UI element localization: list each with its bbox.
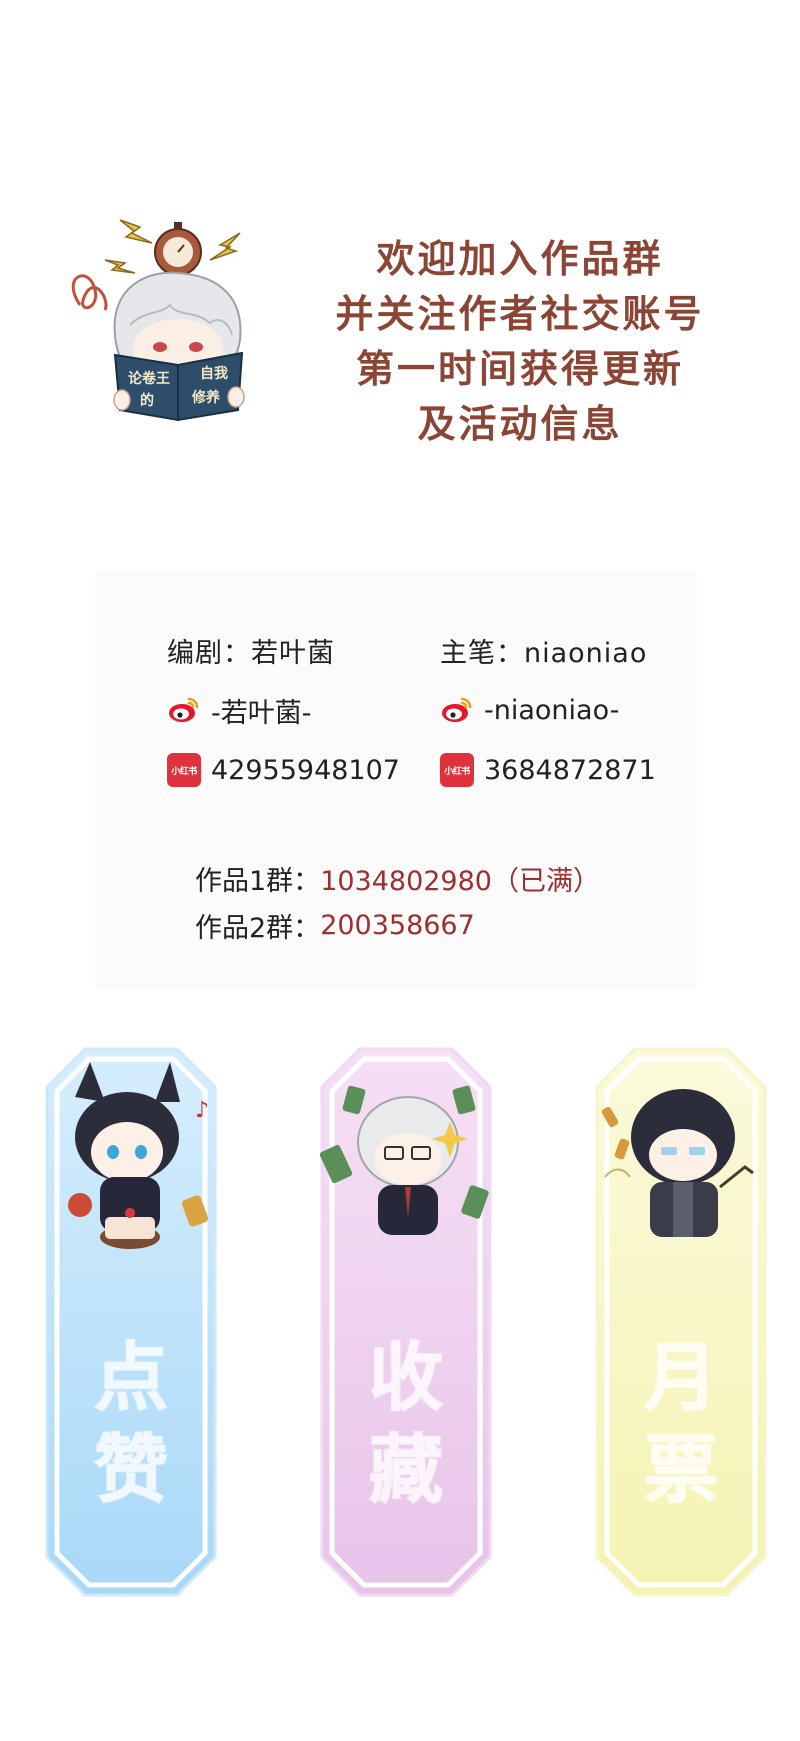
group-2-number: 200358667 [320, 910, 475, 941]
group-2-label: 作品2群： [195, 913, 321, 944]
group-1-label: 作品1群： [195, 866, 321, 897]
like-char-1: 点 [93, 1334, 169, 1422]
writer-xiaohongshu-id: 42955948107 [211, 754, 400, 786]
book-text-1: 论卷王 [128, 370, 170, 387]
dark-haired-character-illustration [601, 1089, 754, 1237]
headline-line-1: 欢迎加入作品群 [376, 237, 664, 281]
weibo-icon [167, 693, 201, 727]
headline-line-2: 并关注作者社交账号 [335, 292, 705, 336]
welcome-headline: 欢迎加入作品群 并关注作者社交账号 第一时间获得更新 及活动信息 [320, 232, 720, 452]
xiaohongshu-icon: 小红书 [167, 753, 201, 787]
artist-xiaohongshu-row[interactable]: 小红书 3684872871 [440, 740, 680, 800]
group-1-number: 1034802980（已满） [320, 866, 600, 897]
artist-weibo-row[interactable]: -niaoniao- [440, 680, 680, 740]
writer-role: 编剧：若叶菌 [167, 637, 335, 669]
group-row-2[interactable]: 作品2群： 200358667 [195, 902, 600, 949]
headline-line-4: 及活动信息 [417, 402, 623, 446]
cat-eared-character-illustration: ♪ [68, 1062, 209, 1249]
artist-weibo-handle: -niaoniao- [484, 694, 620, 726]
favorite-label: 收 藏 [320, 1332, 492, 1516]
xiaohongshu-icon: 小红书 [440, 753, 474, 787]
mascot-illustration: 论卷王 的 自我 修养 [60, 215, 275, 435]
book-text-2: 的 [140, 392, 154, 409]
writer-weibo-handle: -若叶菌- [211, 697, 312, 729]
writer-weibo-row[interactable]: -若叶菌- [167, 680, 427, 740]
artist-xiaohongshu-id: 3684872871 [484, 754, 656, 786]
like-label: 点 赞 [45, 1332, 217, 1516]
monthly-ticket-button[interactable]: 月 票 [595, 1047, 767, 1597]
writer-credits: 编剧：若叶菌 -若叶菌- 小红书 42955948107 [167, 620, 427, 800]
fan-groups: 作品1群： 1034802980（已满） 作品2群： 200358667 [195, 855, 600, 949]
favorite-char-2: 藏 [368, 1426, 444, 1514]
like-char-2: 赞 [93, 1426, 169, 1514]
monthly-ticket-label: 月 票 [595, 1332, 767, 1516]
headline-line-3: 第一时间获得更新 [355, 347, 684, 391]
glasses-character-illustration [320, 1085, 489, 1235]
favorite-button[interactable]: 收 藏 [320, 1047, 492, 1597]
book-text-3: 自我 [200, 365, 228, 382]
group-row-1[interactable]: 作品1群： 1034802980（已满） [195, 855, 600, 902]
favorite-char-1: 收 [368, 1334, 444, 1422]
like-button[interactable]: ♪ 点 赞 [45, 1047, 217, 1597]
weibo-icon [440, 693, 474, 727]
writer-xiaohongshu-row[interactable]: 小红书 42955948107 [167, 740, 427, 800]
artist-role: 主笔：niaoniao [440, 637, 648, 669]
author-info-card: 编剧：若叶菌 -若叶菌- 小红书 42955948107 主笔：niaoniao [95, 570, 697, 990]
artist-credits: 主笔：niaoniao -niaoniao- 小红书 3684872871 [440, 620, 680, 800]
svg-text:♪: ♪ [195, 1098, 209, 1123]
book-text-4: 修养 [191, 389, 221, 406]
monthly-ticket-char-2: 票 [643, 1426, 719, 1514]
monthly-ticket-char-1: 月 [643, 1334, 719, 1422]
